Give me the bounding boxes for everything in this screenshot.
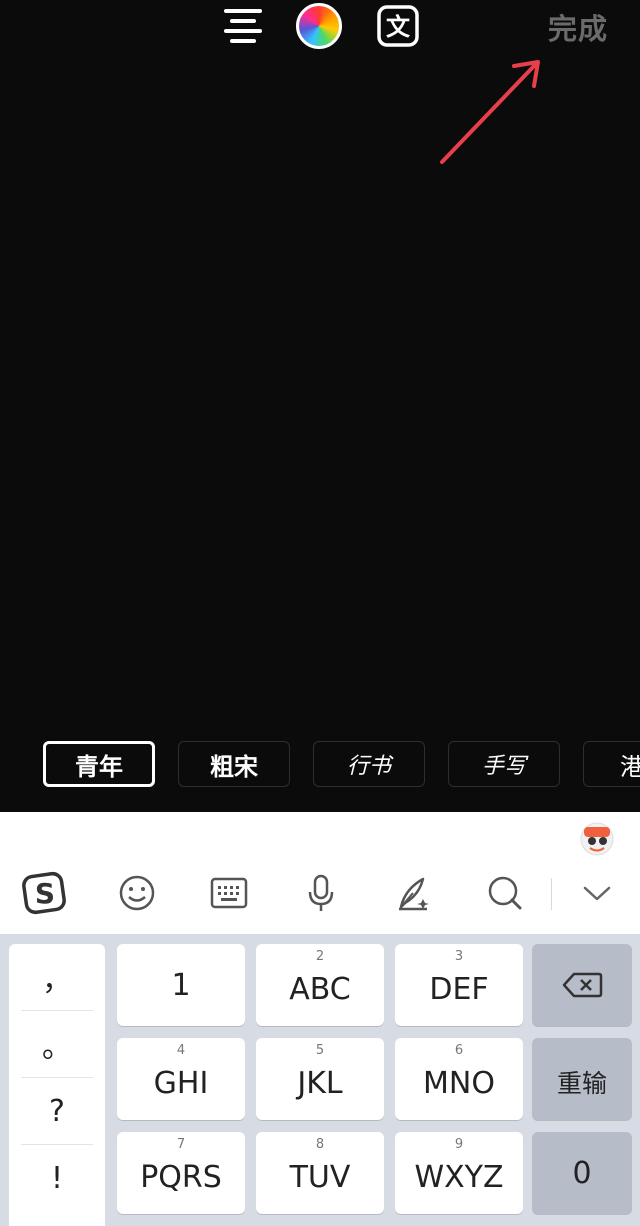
key-number: 7 xyxy=(176,1137,186,1152)
color-wheel-icon[interactable] xyxy=(296,3,342,49)
key-number: 9 xyxy=(454,1137,464,1152)
key-label: 0 xyxy=(572,1156,592,1191)
key-1[interactable]: 1 xyxy=(117,944,245,1026)
font-chip-cusong[interactable]: 粗宋 xyxy=(178,741,290,787)
key-5[interactable]: 5 JKL xyxy=(256,1038,384,1120)
key-number: 2 xyxy=(315,949,325,964)
backspace-key[interactable] xyxy=(532,944,632,1026)
font-chip-xingshu[interactable]: 行书 xyxy=(313,741,425,787)
key-number: 4 xyxy=(176,1043,186,1058)
punct-exclamation-key[interactable]: ! xyxy=(9,1145,105,1211)
font-style-bar: 青年 粗宋 行书 手写 港 xyxy=(0,738,640,794)
annotation-arrow xyxy=(440,60,540,164)
key-label: PQRS xyxy=(140,1160,222,1195)
emoji-icon[interactable] xyxy=(114,870,160,916)
key-number: 5 xyxy=(315,1043,325,1058)
punct-question-key[interactable]: ? xyxy=(9,1078,105,1144)
key-label: WXYZ xyxy=(414,1160,504,1195)
keyboard-toolbar: S xyxy=(0,858,640,930)
sogou-logo-icon[interactable]: S xyxy=(22,870,68,916)
key-label: TUV xyxy=(289,1160,351,1195)
nine-key-area: ， 。 ? ! 1 2 ABC 3 DEF 4 GHI 5 JKL 6 MNO … xyxy=(0,934,640,1226)
reenter-label: 重输 xyxy=(556,1069,607,1098)
punctuation-column: ， 。 ? ! xyxy=(9,944,105,1226)
font-chip-gang[interactable]: 港 xyxy=(583,741,640,787)
key-number: 8 xyxy=(315,1137,325,1152)
svg-text:S: S xyxy=(35,877,55,910)
key-9[interactable]: 9 WXYZ xyxy=(395,1132,523,1214)
translate-icon[interactable]: 文 xyxy=(375,3,421,49)
font-chip-shouxie[interactable]: 手写 xyxy=(448,741,560,787)
toolbar-divider xyxy=(551,878,552,910)
key-6[interactable]: 6 MNO xyxy=(395,1038,523,1120)
key-label: GHI xyxy=(153,1066,209,1101)
key-label: JKL xyxy=(297,1066,343,1101)
input-method-keyboard: S ， 。 ? ! 1 2 ABC 3 DEF 4 GHI 5 JKL 6 MN… xyxy=(0,812,640,1226)
key-2[interactable]: 2 ABC xyxy=(256,944,384,1026)
align-lines-icon[interactable] xyxy=(220,3,266,49)
microphone-icon[interactable] xyxy=(298,870,344,916)
font-chip-qingnian[interactable]: 青年 xyxy=(43,741,155,787)
key-4[interactable]: 4 GHI xyxy=(117,1038,245,1120)
key-8[interactable]: 8 TUV xyxy=(256,1132,384,1214)
search-icon[interactable] xyxy=(482,870,528,916)
quill-magic-icon[interactable] xyxy=(390,870,436,916)
keyboard-icon[interactable] xyxy=(206,870,252,916)
key-0[interactable]: 0 xyxy=(532,1132,632,1214)
backspace-icon xyxy=(562,972,603,998)
key-label: DEF xyxy=(429,972,489,1007)
svg-text:文: 文 xyxy=(386,13,411,41)
editor-toolbar: 文 完成 xyxy=(0,0,640,60)
reenter-key[interactable]: 重输 xyxy=(532,1038,632,1120)
key-3[interactable]: 3 DEF xyxy=(395,944,523,1026)
key-label: 1 xyxy=(171,968,191,1003)
key-7[interactable]: 7 PQRS xyxy=(117,1132,245,1214)
punct-comma-key[interactable]: ， xyxy=(9,944,105,1010)
mascot-icon[interactable] xyxy=(578,818,616,856)
punct-period-key[interactable]: 。 xyxy=(9,1011,105,1077)
key-number: 3 xyxy=(454,949,464,964)
key-label: ABC xyxy=(289,972,351,1007)
done-button[interactable]: 完成 xyxy=(548,6,608,48)
chevron-down-icon[interactable] xyxy=(574,870,620,916)
key-number: 6 xyxy=(454,1043,464,1058)
key-label: MNO xyxy=(423,1066,495,1101)
